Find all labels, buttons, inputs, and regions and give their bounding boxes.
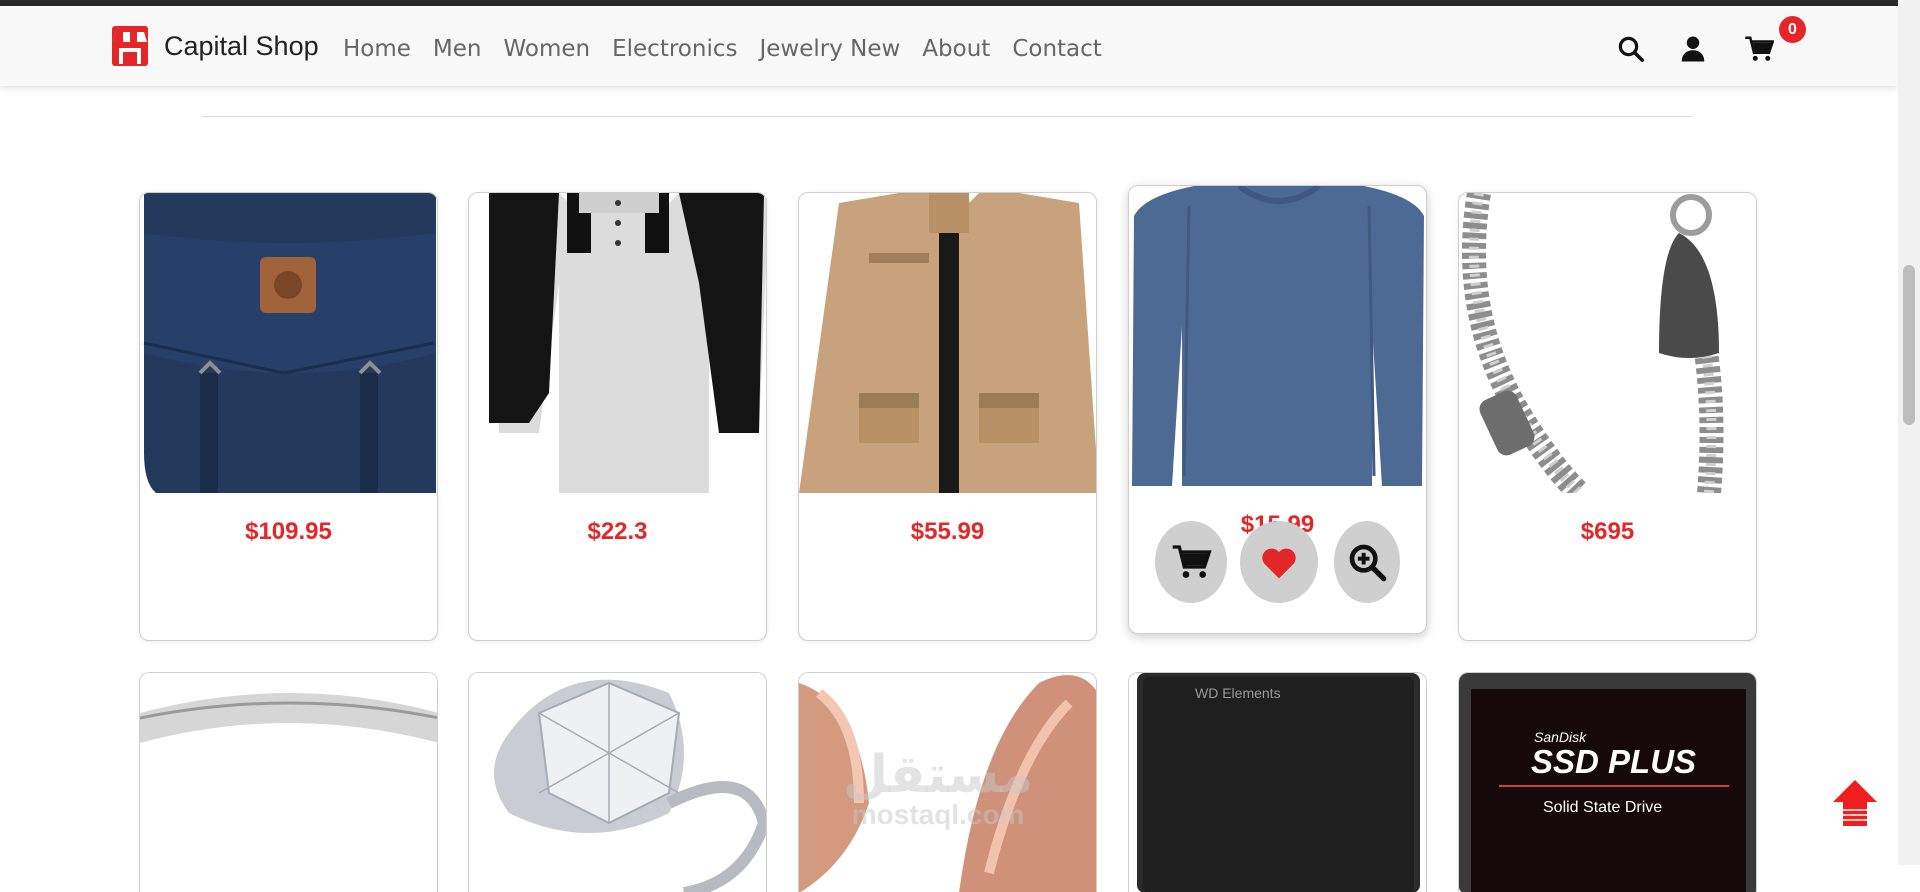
product-image-diamond-ring[interactable] xyxy=(469,673,766,892)
nav-jewelry[interactable]: Jewelry New xyxy=(759,36,900,62)
nav-home[interactable]: Home xyxy=(343,36,411,62)
product-image-wd-drive[interactable]: WD Elements xyxy=(1129,673,1426,892)
product-image-backpack[interactable] xyxy=(140,193,437,493)
cart-count-badge: 0 xyxy=(1779,16,1806,43)
nav-about[interactable]: About xyxy=(922,36,990,62)
main-menu: Home Men Women Electronics Jewelry New A… xyxy=(343,36,1124,62)
product-card[interactable]: $109.95 xyxy=(139,192,438,641)
wd-elements-label: WD Elements xyxy=(1195,685,1281,701)
product-price: $109.95 xyxy=(245,518,332,545)
store-icon xyxy=(112,26,148,66)
product-card[interactable] xyxy=(468,672,767,892)
section-divider xyxy=(202,116,1692,117)
product-price: $55.99 xyxy=(910,518,985,545)
quick-view-button[interactable] xyxy=(1334,521,1400,603)
product-card[interactable]: $695 xyxy=(1458,192,1757,641)
product-card[interactable]: $55.99 xyxy=(798,192,1097,641)
add-to-wishlist-button[interactable] xyxy=(1240,521,1318,603)
user-icon[interactable] xyxy=(1678,34,1708,64)
heart-icon xyxy=(1262,548,1296,579)
scroll-to-top-arrow-icon[interactable] xyxy=(1833,780,1877,826)
product-card[interactable]: WD Elements xyxy=(1128,672,1427,892)
nav-electronics[interactable]: Electronics xyxy=(612,36,737,62)
brand-name: Capital Shop xyxy=(164,30,319,61)
add-to-cart-button[interactable] xyxy=(1155,521,1227,603)
product-image-bracelet[interactable] xyxy=(1459,193,1756,493)
zoom-in-icon xyxy=(1349,544,1387,582)
product-image-sandisk-ssd[interactable]: SanDisk SSD PLUS Solid State Drive xyxy=(1459,673,1756,892)
search-icon[interactable] xyxy=(1616,34,1646,64)
page-scrollbar[interactable] xyxy=(1898,0,1920,865)
product-price: $22.3 xyxy=(587,518,648,545)
cart-icon[interactable] xyxy=(1744,34,1774,64)
brand[interactable]: Capital Shop xyxy=(110,24,319,68)
nav-men[interactable]: Men xyxy=(433,36,482,62)
watermark: مستقل mostaql.com xyxy=(843,745,1033,831)
ssd-subtitle: Solid State Drive xyxy=(1543,799,1663,816)
product-card[interactable]: SanDisk SSD PLUS Solid State Drive xyxy=(1458,672,1757,892)
product-card[interactable]: $22.3 xyxy=(468,192,767,641)
product-card[interactable] xyxy=(139,672,438,892)
cart-icon xyxy=(1172,545,1212,578)
scrollbar-thumb[interactable] xyxy=(1903,265,1915,425)
product-card-hovered[interactable]: $15.99 xyxy=(1128,185,1427,634)
watermark-latin: mostaql.com xyxy=(851,799,1025,830)
ssd-title: SSD PLUS xyxy=(1531,743,1697,780)
product-image-silver-ring[interactable] xyxy=(140,673,437,892)
product-image-longsleeve[interactable] xyxy=(1129,186,1426,486)
watermark-arabic: مستقل xyxy=(843,746,1034,804)
product-image-jacket[interactable] xyxy=(799,193,1096,493)
navbar: Capital Shop Home Men Women Electronics … xyxy=(0,6,1898,86)
product-price: $695 xyxy=(1580,518,1635,545)
nav-contact[interactable]: Contact xyxy=(1012,36,1101,62)
product-image-raglan-shirt[interactable] xyxy=(469,193,766,493)
nav-women[interactable]: Women xyxy=(504,36,591,62)
